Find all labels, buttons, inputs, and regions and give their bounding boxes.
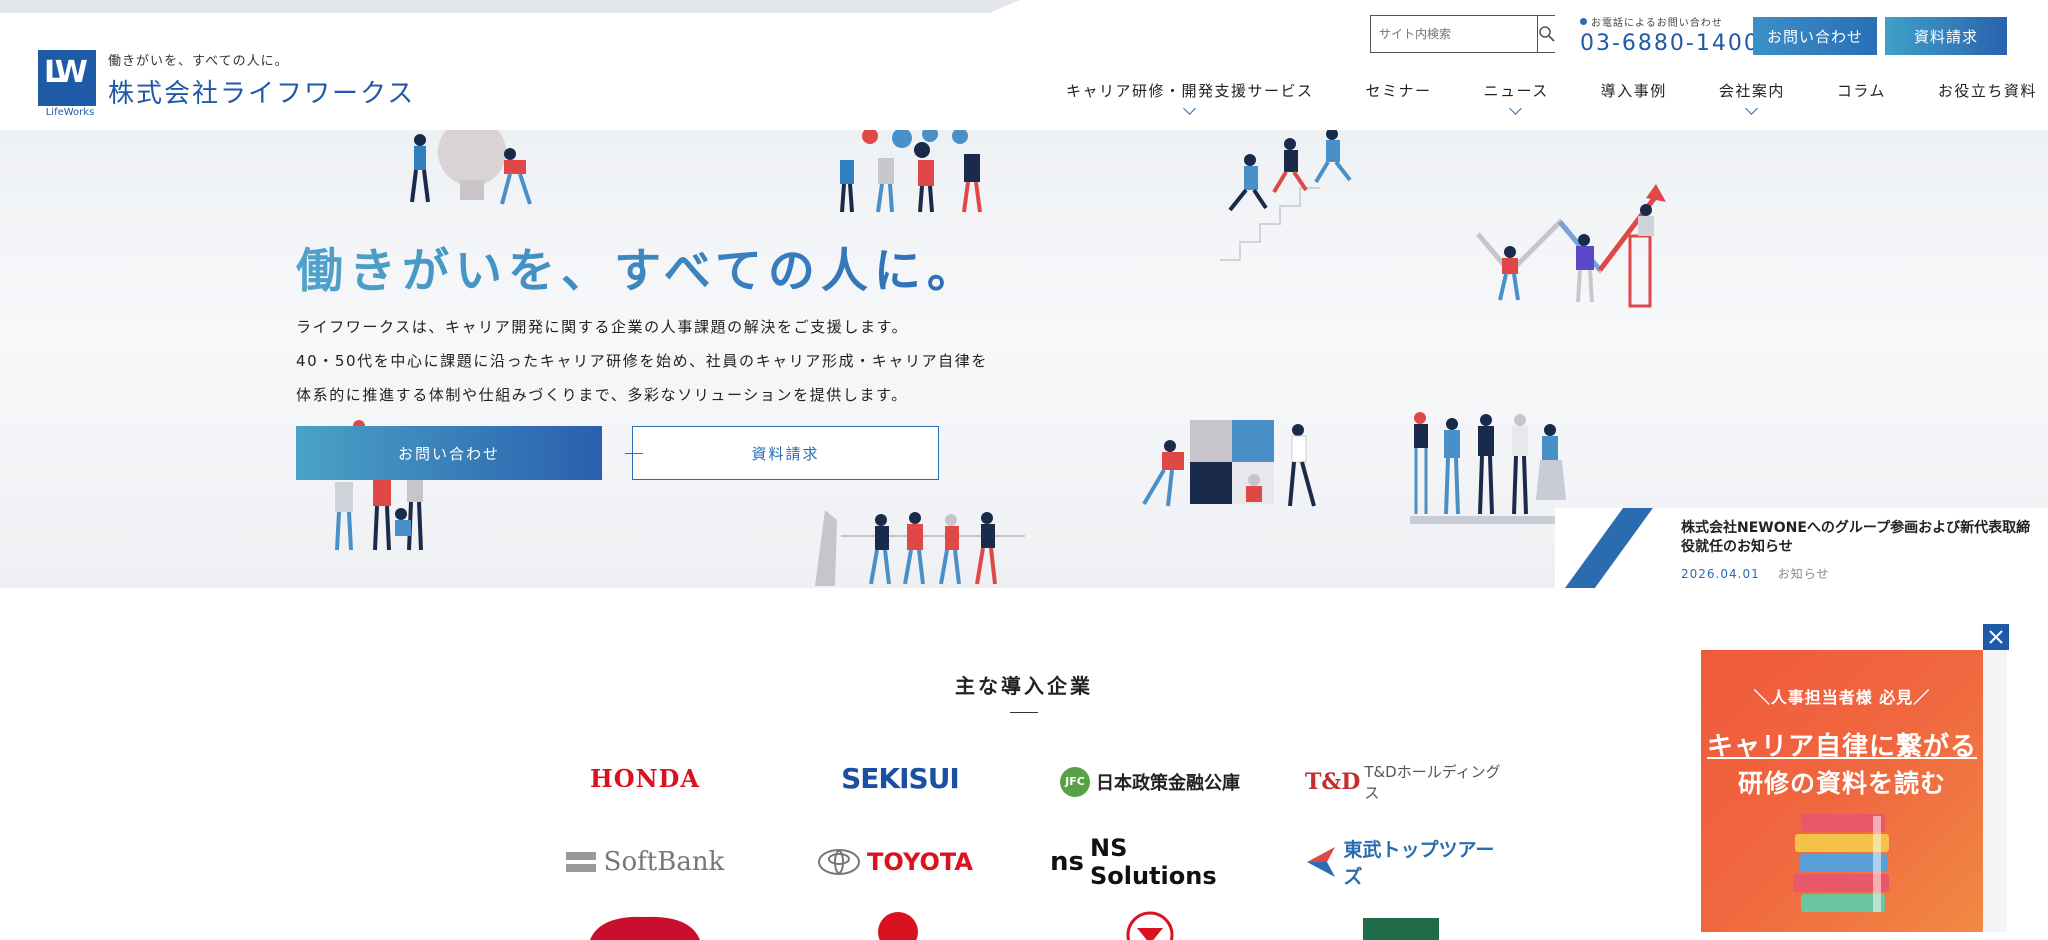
logo-mark-wordmark: LifeWorks <box>45 107 95 118</box>
puzzle-team-illustration-icon <box>1142 420 1316 507</box>
nav-label: キャリア研修・開発支援サービス <box>1066 82 1314 100</box>
client-logo-ns-solutions: ns NS Solutions <box>1050 834 1250 890</box>
phone-number[interactable]: 03-6880-1400 <box>1580 31 1760 56</box>
chevron-down-icon <box>1182 102 1196 115</box>
logo-text: 日本政策金融公庫 <box>1096 773 1240 794</box>
ns-mark-icon: ns <box>1050 847 1084 877</box>
phone-contact: お電話によるお問い合わせ 03-6880-1400 <box>1580 14 1760 56</box>
growth-chart-illustration-icon <box>1476 184 1666 308</box>
logo-text: SoftBank <box>603 847 725 877</box>
logo-text: 東武トップツアーズ <box>1343 839 1495 888</box>
nav-label: コラム <box>1836 82 1886 100</box>
company-name: 株式会社ライフワークス <box>108 79 416 109</box>
nav-item-company[interactable]: 会社案内 <box>1718 80 1785 115</box>
toyota-emblem-icon <box>818 849 861 875</box>
nav-label: お役立ち資料 <box>1937 82 2037 100</box>
running-people-stairs-illustration-icon <box>1220 130 1352 261</box>
gears-team-illustration-icon <box>840 130 982 213</box>
hero-line: 体系的に推進する体制や仕組みづくりまで、多彩なソリューションを提供します。 <box>296 386 908 404</box>
client-logo-honda: HONDA <box>565 758 725 798</box>
logo-text: TOYOTA <box>867 848 973 876</box>
chevron-down-icon <box>1509 102 1523 115</box>
nav-item-case-studies[interactable]: 導入事例 <box>1601 80 1667 101</box>
client-logo-softbank: SoftBank <box>565 842 725 882</box>
lightbulb-illustration-icon <box>410 130 532 205</box>
news-meta: 2026.04.01 お知らせ <box>1681 565 1829 582</box>
header-docs-button[interactable]: 資料請求 <box>1885 17 2007 55</box>
header-contact-button[interactable]: お問い合わせ <box>1753 17 1877 55</box>
client-logo-partial-ms-ad <box>1363 918 1439 940</box>
lifeworks-logo-icon: LW LifeWorks <box>38 50 96 118</box>
search-icon <box>1539 26 1555 42</box>
td-mark-icon: T&D <box>1305 769 1361 795</box>
bullet-dot-icon <box>1580 18 1587 25</box>
close-icon <box>1989 630 2003 644</box>
client-logo-partial-circle-icon <box>1126 911 1174 940</box>
nav-label: 会社案内 <box>1718 82 1785 100</box>
hero-description: ライフワークスは、キャリア開発に関する企業の人事課題の解決をご支援します。 40… <box>296 310 988 412</box>
logo-text: T&Dホールディングス <box>1364 763 1501 802</box>
client-logo-jfc: JFC 日本政策金融公庫 <box>1050 762 1250 802</box>
news-date: 2026.04.01 <box>1681 567 1760 581</box>
tug-of-war-illustration-icon <box>815 510 1025 586</box>
books-stack-icon <box>1793 814 1889 912</box>
site-search <box>1370 15 1556 53</box>
news-title[interactable]: 株式会社NEWONEへのグループ参画および新代表取締役就任のお知らせ <box>1681 519 2041 557</box>
nav-label: ニュース <box>1483 82 1549 100</box>
nav-item-column[interactable]: コラム <box>1837 80 1886 101</box>
hero-title: 働きがいを、すべての人に。 <box>296 232 980 301</box>
nav-item-seminar[interactable]: セミナー <box>1366 80 1432 101</box>
hero-contact-button[interactable]: お問い合わせ <box>296 426 602 480</box>
tobu-mark-icon <box>1307 847 1335 877</box>
main-nav: キャリア研修・開発支援サービス セミナー ニュース 導入事例 会社案内 コラム … <box>1066 80 2037 115</box>
client-logo-td: T&D T&Dホールディングス <box>1305 762 1505 802</box>
phone-label: お電話によるお問い合わせ <box>1591 18 1723 29</box>
nav-item-resources[interactable]: お役立ち資料 <box>1938 80 2037 101</box>
site-header: LW LifeWorks 働きがいを、すべての人に。 株式会社ライフワークス お… <box>0 0 2048 130</box>
page: LW LifeWorks 働きがいを、すべての人に。 株式会社ライフワークス お… <box>0 0 2048 940</box>
client-logo-tobu-top-tours: 東武トップツアーズ <box>1305 839 1505 888</box>
nav-item-news[interactable]: ニュース <box>1483 80 1549 115</box>
client-logo-jal-crane-icon <box>878 912 918 940</box>
popup-line3: 研修の資料を読む <box>1737 769 1946 798</box>
softbank-bars-icon <box>565 852 596 872</box>
site-logo[interactable]: LW LifeWorks 働きがいを、すべての人に。 株式会社ライフワークス <box>38 50 416 118</box>
logo-text: NS Solutions <box>1090 834 1217 890</box>
nav-label: セミナー <box>1365 82 1432 100</box>
hero-docs-button[interactable]: 資料請求 <box>625 426 939 480</box>
logo-tagline: 働きがいを、すべての人に。 <box>108 54 289 69</box>
jfc-circle-icon: JFC <box>1060 767 1090 797</box>
news-category: お知らせ <box>1777 567 1830 581</box>
logo-text: HONDA <box>590 763 700 793</box>
client-logo-partial-red-icon <box>590 916 700 940</box>
popup-close-button[interactable] <box>1983 624 2009 650</box>
chevron-down-icon <box>1744 102 1758 115</box>
search-button[interactable] <box>1537 16 1556 52</box>
search-input[interactable] <box>1371 16 1537 52</box>
nav-item-career-services[interactable]: キャリア研修・開発支援サービス <box>1066 80 1314 115</box>
hero-line: 40・50代を中心に課題に沿ったキャリア研修を始め、社員のキャリア形成・キャリア… <box>296 352 988 370</box>
client-logo-sekisui: SEKISUI <box>820 758 980 798</box>
client-logo-toyota: TOYOTA <box>815 842 975 882</box>
hero-line: ライフワークスは、キャリア開発に関する企業の人事課題の解決をご支援します。 <box>296 318 909 336</box>
celebrating-team-illustration-icon <box>1410 412 1566 524</box>
logo-text: SEKISUI <box>841 761 960 795</box>
nav-label: 導入事例 <box>1600 82 1667 100</box>
docs-popup-banner[interactable]: ＼人事担当者様 必見／ キャリア自律に繋がる 研修の資料を読む <box>1701 650 1983 932</box>
popup-side-panel <box>1983 650 2007 932</box>
logo-mark-letters: LW <box>44 55 88 90</box>
clients-divider <box>1010 712 1038 713</box>
popup-line2: キャリア自律に繋がる <box>1706 732 1977 762</box>
popup-line1: ＼人事担当者様 必見／ <box>1753 688 1931 707</box>
